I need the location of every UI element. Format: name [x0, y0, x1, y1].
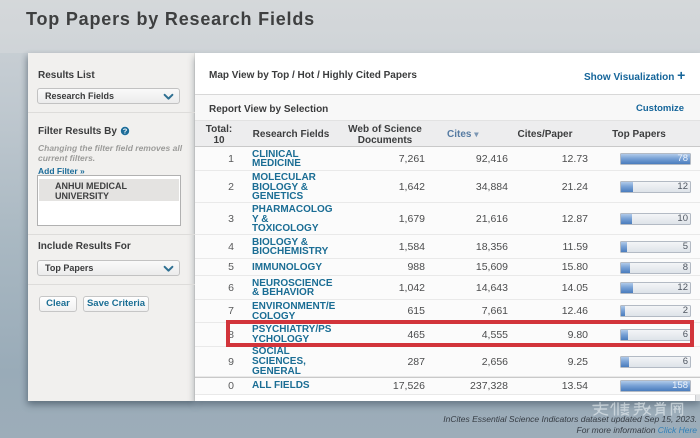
svg-text:?: ? — [122, 127, 127, 136]
